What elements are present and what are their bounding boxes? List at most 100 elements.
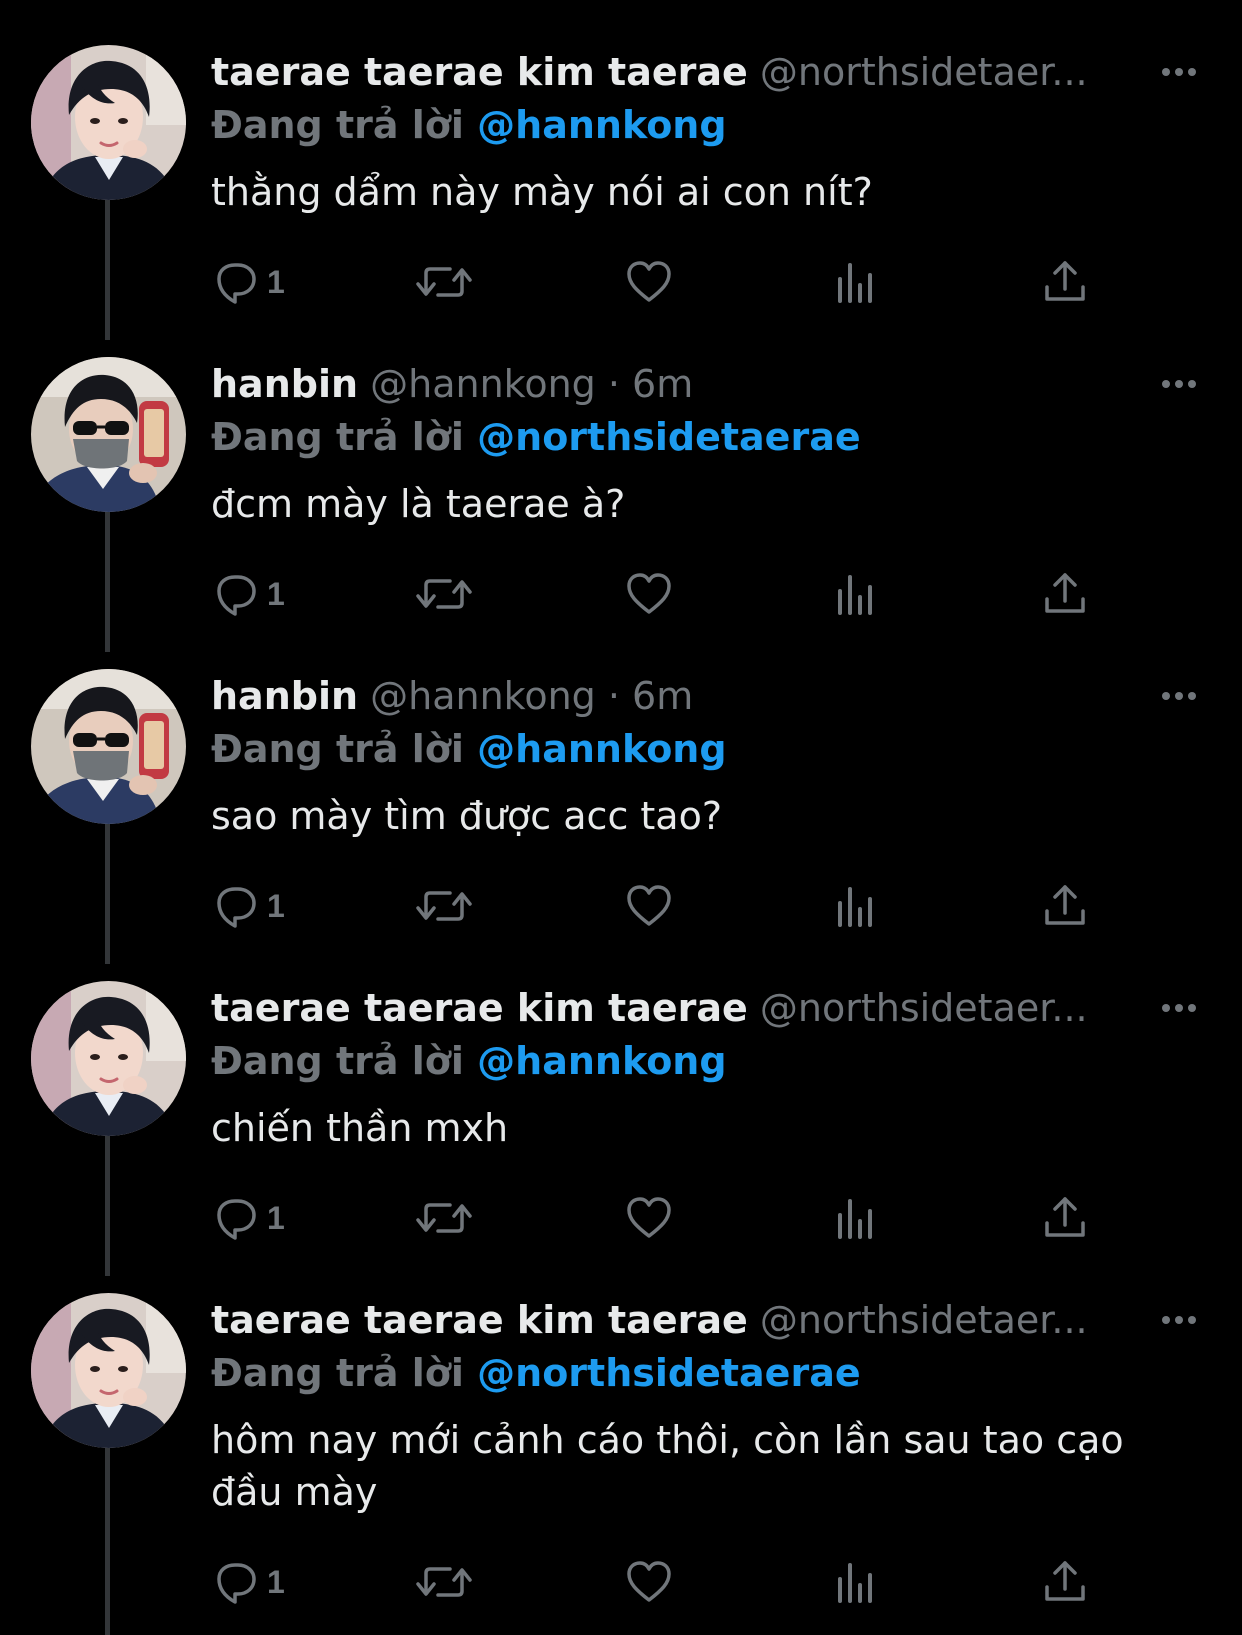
mention-link[interactable]: @northsidetaerae [477,1351,860,1395]
tweet-text: thằng dẩm này mày nói ai con nít? [211,170,873,214]
more-button[interactable] [1159,368,1199,400]
user-handle[interactable]: @hannkong [370,674,596,718]
views-button[interactable] [834,1552,878,1612]
avatar[interactable] [31,1293,186,1448]
share-icon [1040,569,1090,619]
tweet[interactable]: taerae taerae kim taerae @northsidetaer.… [0,936,1242,1276]
reply-count: 1 [267,1563,285,1600]
retweet-button[interactable] [414,1188,474,1248]
share-button[interactable] [1040,1552,1090,1612]
like-button[interactable] [624,1552,674,1612]
views-icon [834,569,878,619]
reply-icon [211,1193,261,1243]
more-button[interactable] [1159,992,1199,1024]
reply-count: 1 [267,1199,285,1236]
avatar[interactable] [31,45,186,200]
reply-icon [211,569,261,619]
heart-icon [624,257,674,307]
tweet[interactable]: hanbin @hannkong · 6m Đang trả lời @nort… [0,312,1242,652]
retweet-icon [414,569,474,619]
replying-to: Đang trả lời @hannkong [211,1034,727,1088]
more-button[interactable] [1159,56,1199,88]
share-button[interactable] [1040,1188,1090,1248]
replying-to: Đang trả lời @northsidetaerae [211,1346,861,1400]
tweet-text: hôm nay mới cảnh cáo thôi, còn lần sau t… [211,1418,1124,1514]
tweet[interactable]: taerae taerae kim taerae @northsidetaer.… [0,1248,1242,1635]
display-name[interactable]: hanbin [211,674,358,718]
user-handle[interactable]: @northsidetaer... [760,1298,1088,1342]
views-icon [834,257,878,307]
heart-icon [624,569,674,619]
replying-to: Đang trả lời @hannkong [211,722,727,776]
like-button[interactable] [624,564,674,624]
views-icon [834,1557,878,1607]
replying-to-label: Đang trả lời [211,103,464,147]
share-icon [1040,1557,1090,1607]
more-horizontal-icon [1159,1316,1199,1340]
tweet[interactable]: hanbin @hannkong · 6m Đang trả lời @hann… [0,624,1242,964]
reply-button[interactable]: 1 [211,252,285,312]
avatar[interactable] [31,981,186,1136]
action-bar: 1 [211,1188,1091,1248]
share-button[interactable] [1040,876,1090,936]
retweet-icon [414,881,474,931]
thread-line [105,1448,110,1635]
more-button[interactable] [1159,1304,1199,1336]
mention-link[interactable]: @northsidetaerae [477,415,860,459]
more-horizontal-icon [1159,68,1199,92]
tweet-header: hanbin @hannkong · 6m [211,668,1131,724]
heart-icon [624,1193,674,1243]
retweet-button[interactable] [414,876,474,936]
mention-link[interactable]: @hannkong [477,727,726,771]
user-handle[interactable]: @northsidetaer... [760,986,1088,1030]
views-icon [834,881,878,931]
more-button[interactable] [1159,680,1199,712]
views-icon [834,1193,878,1243]
replying-to: Đang trả lời @hannkong [211,98,727,152]
reply-icon [211,257,261,307]
display-name[interactable]: taerae taerae kim taerae [211,50,748,94]
heart-icon [624,1557,674,1607]
tweet-text: đcm mày là taerae à? [211,482,626,526]
timestamp[interactable]: · 6m [608,362,693,406]
like-button[interactable] [624,1188,674,1248]
replying-to-label: Đang trả lời [211,1039,464,1083]
retweet-button[interactable] [414,1552,474,1612]
tweet-header: taerae taerae kim taerae @northsidetaer.… [211,1292,1131,1348]
like-button[interactable] [624,252,674,312]
share-icon [1040,881,1090,931]
mention-link[interactable]: @hannkong [477,1039,726,1083]
more-horizontal-icon [1159,1004,1199,1028]
timestamp[interactable]: · 6m [608,674,693,718]
share-icon [1040,1193,1090,1243]
avatar[interactable] [31,357,186,512]
display-name[interactable]: taerae taerae kim taerae [211,986,748,1030]
share-button[interactable] [1040,564,1090,624]
avatar[interactable] [31,669,186,824]
share-button[interactable] [1040,252,1090,312]
reply-button[interactable]: 1 [211,1188,285,1248]
user-handle[interactable]: @hannkong [370,362,596,406]
tweet[interactable]: taerae taerae kim taerae @northsidetaer.… [0,0,1242,340]
replying-to-label: Đang trả lời [211,1351,464,1395]
user-handle[interactable]: @northsidetaer... [760,50,1088,94]
reply-count: 1 [267,887,285,924]
display-name[interactable]: hanbin [211,362,358,406]
views-button[interactable] [834,1188,878,1248]
views-button[interactable] [834,252,878,312]
retweet-button[interactable] [414,564,474,624]
views-button[interactable] [834,876,878,936]
reply-button[interactable]: 1 [211,564,285,624]
retweet-button[interactable] [414,252,474,312]
reply-button[interactable]: 1 [211,1552,285,1612]
like-button[interactable] [624,876,674,936]
mention-link[interactable]: @hannkong [477,103,726,147]
heart-icon [624,881,674,931]
views-button[interactable] [834,564,878,624]
replying-to-label: Đang trả lời [211,727,464,771]
retweet-icon [414,1557,474,1607]
reply-button[interactable]: 1 [211,876,285,936]
retweet-icon [414,257,474,307]
display-name[interactable]: taerae taerae kim taerae [211,1298,748,1342]
reply-count: 1 [267,575,285,612]
